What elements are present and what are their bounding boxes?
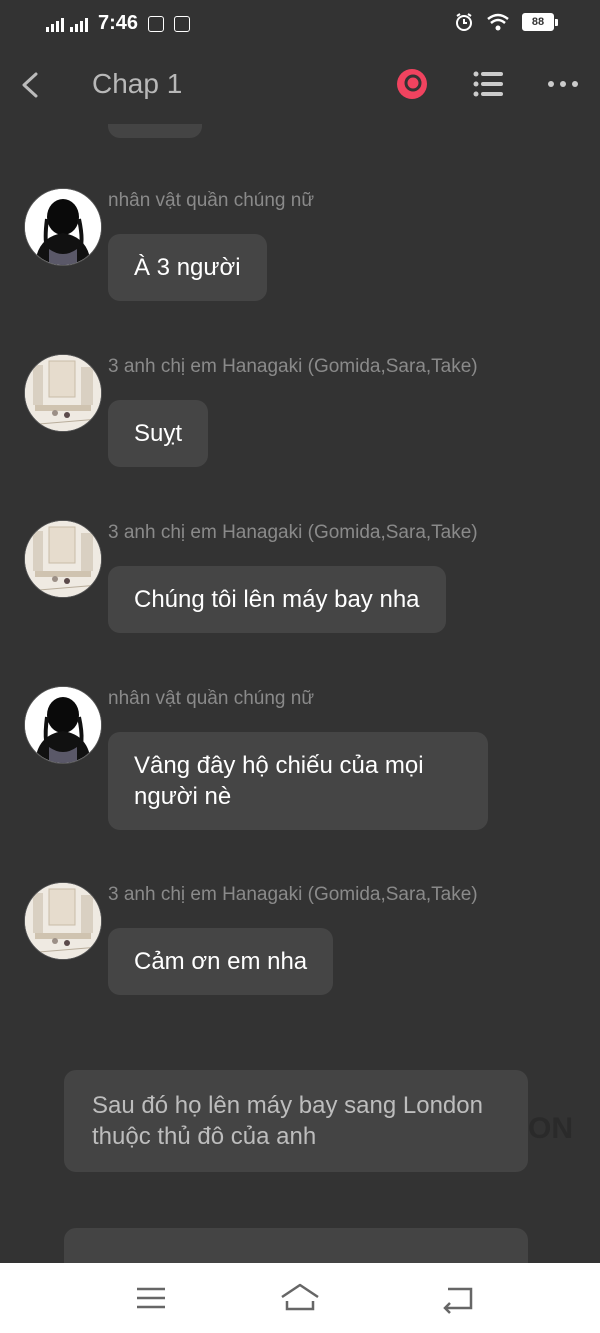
narration-box[interactable] — [64, 1228, 528, 1263]
app-header: Chap 1 — [0, 48, 600, 124]
return-icon[interactable] — [438, 1281, 478, 1315]
watermark-text: ON — [528, 1112, 573, 1145]
zalo-icon — [148, 15, 165, 32]
home-icon[interactable] — [280, 1281, 320, 1315]
room-scene-icon — [25, 355, 101, 431]
avatar[interactable] — [24, 520, 102, 598]
baomoi-icon — [174, 15, 191, 32]
previous-message-bubble — [108, 124, 202, 138]
avatar[interactable] — [24, 354, 102, 432]
record-icon[interactable] — [396, 68, 428, 100]
status-right: 88 — [454, 12, 558, 32]
chapter-title: Chap 1 — [92, 68, 183, 99]
menu-icon[interactable] — [131, 1281, 171, 1315]
wifi-icon — [487, 13, 509, 31]
status-time: 7:46 — [98, 12, 139, 34]
message-bubble[interactable]: Chúng tôi lên máy bay nha — [108, 566, 446, 633]
list-icon[interactable] — [472, 70, 504, 98]
silhouette-icon — [25, 687, 101, 763]
sender-name: 3 anh chị em Hanagaki (Gomida,Sara,Take) — [108, 522, 478, 543]
signal-icon — [46, 16, 64, 32]
system-nav-bar — [0, 1263, 600, 1333]
sender-name: nhân vật quần chúng nữ — [108, 688, 315, 709]
sender-name: 3 anh chị em Hanagaki (Gomida,Sara,Take) — [108, 356, 478, 377]
room-scene-icon — [25, 521, 101, 597]
battery-level: 88 — [522, 13, 554, 31]
avatar[interactable] — [24, 686, 102, 764]
status-left: 7:46 — [46, 12, 191, 35]
alarm-icon — [456, 13, 472, 31]
message-bubble[interactable]: Suỵt — [108, 400, 209, 467]
room-scene-icon — [25, 883, 101, 959]
chevron-left-icon[interactable] — [16, 66, 46, 102]
sender-name: 3 anh chị em Hanagaki (Gomida,Sara,Take) — [108, 884, 478, 905]
more-icon[interactable] — [546, 70, 580, 98]
message-bubble[interactable]: À 3 người — [108, 234, 267, 301]
avatar[interactable] — [24, 882, 102, 960]
narration-box[interactable]: Sau đó họ lên máy bay sang London thuộc … — [64, 1070, 528, 1172]
sender-name: nhân vật quần chúng nữ — [108, 190, 315, 211]
chat-area[interactable]: nhân vật quần chúng nữ À 3 người 3 anh c… — [0, 124, 600, 1263]
battery-icon: 88 — [522, 13, 558, 31]
avatar[interactable] — [24, 188, 102, 266]
status-bar: 7:46 88 — [0, 0, 600, 48]
message-bubble[interactable]: Vâng đây hộ chiếu của mọi người nè — [108, 732, 488, 830]
silhouette-icon — [25, 189, 101, 265]
message-bubble[interactable]: Cảm ơn em nha — [108, 928, 334, 995]
signal-2-icon — [70, 16, 88, 32]
